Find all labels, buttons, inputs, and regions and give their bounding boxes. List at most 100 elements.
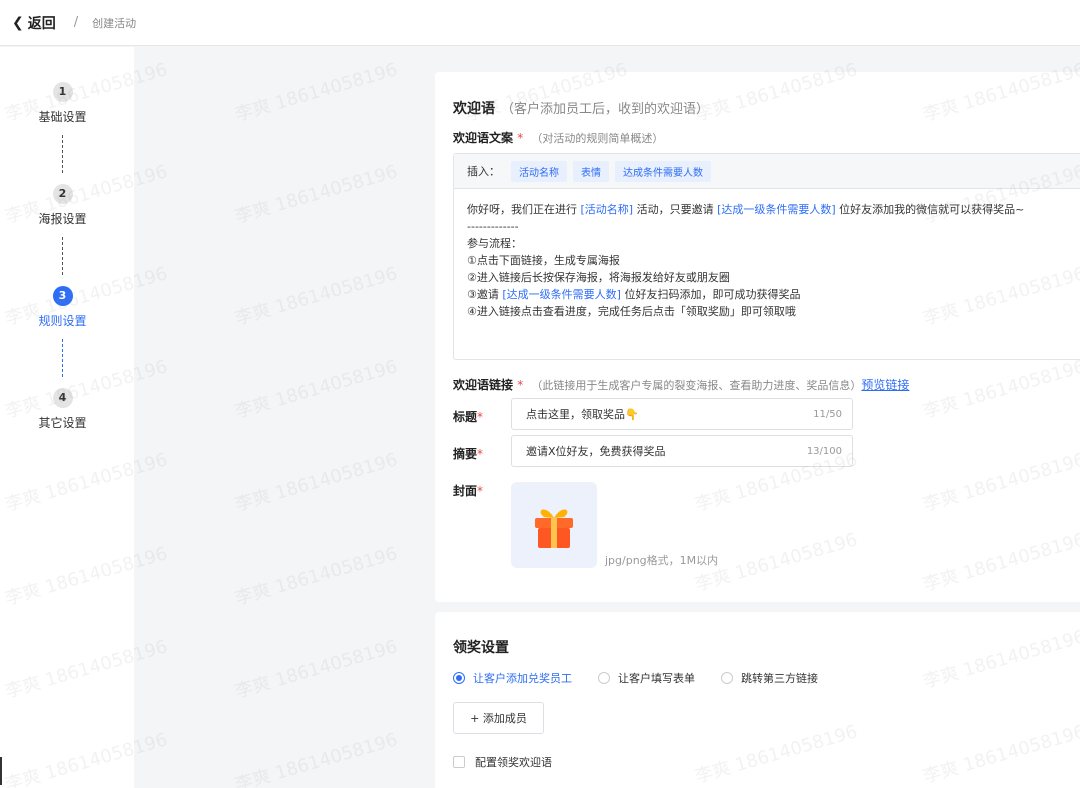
radio-fill-form[interactable]: 让客户填写表单 xyxy=(598,670,695,686)
required-mark: * xyxy=(517,378,524,392)
reward-method-radio-group: 让客户添加兑奖员工 让客户填写表单 跳转第三方链接 xyxy=(453,670,844,686)
text-span: 你好呀，我们正在进行 xyxy=(467,203,581,216)
radio-indicator xyxy=(598,672,610,684)
step-rules[interactable]: 3 规则设置 xyxy=(0,286,125,329)
watermark: 李爽 18614058196 xyxy=(232,59,400,126)
welcome-title: 欢迎语 xyxy=(453,101,495,117)
step-number: 2 xyxy=(52,184,73,204)
top-bar: ❮ 返回 / 创建活动 xyxy=(0,0,1080,46)
radio-selected-indicator xyxy=(453,672,465,684)
link-summary-input[interactable]: 邀请X位好友，免费获得奖品 13/100 xyxy=(511,435,853,467)
text-span: ③邀请 xyxy=(467,288,503,301)
title-value: 点击这里，领取奖品👇 xyxy=(526,408,639,421)
back-button[interactable]: ❮ 返回 xyxy=(12,13,56,33)
welcome-editor[interactable]: 插入： 活动名称 表情 达成条件需要人数 你好呀，我们正在进行 [活动名称] 活… xyxy=(453,153,1080,360)
watermark: 李爽 18614058196 xyxy=(232,356,400,423)
insert-label: 插入： xyxy=(467,165,500,178)
radio-label: 跳转第三方链接 xyxy=(741,672,818,685)
breadcrumb: 创建活动 xyxy=(92,16,137,30)
preview-link[interactable]: 预览链接 xyxy=(861,378,909,392)
insert-required-count-button[interactable]: 达成条件需要人数 xyxy=(615,160,711,182)
cover-label-text: 封面 xyxy=(453,484,478,498)
watermark: 李爽 18614058196 xyxy=(232,636,400,703)
checkbox[interactable] xyxy=(453,756,465,768)
add-member-button[interactable]: + 添加成员 xyxy=(453,702,544,734)
radio-indicator xyxy=(721,672,733,684)
step-number: 4 xyxy=(52,388,73,408)
step-poster[interactable]: 2 海报设置 xyxy=(0,184,125,227)
reward-card: 领奖设置 让客户添加兑奖员工 让客户填写表单 跳转第三方链接 + 添加成员 配置… xyxy=(435,612,1080,788)
step-label: 其它设置 xyxy=(38,416,87,430)
required-mark: * xyxy=(477,447,484,461)
step-other[interactable]: 4 其它设置 xyxy=(0,388,125,431)
required-mark: * xyxy=(517,131,524,145)
variable-required-count: [达成一级条件需要人数] xyxy=(717,203,836,216)
text-span: 活动，只要邀请 xyxy=(633,203,718,216)
watermark: 李爽 18614058196 xyxy=(232,263,400,330)
watermark: 李爽 18614058196 xyxy=(232,729,400,788)
scroll-indicator xyxy=(0,757,2,785)
chevron-left-icon: ❮ xyxy=(12,14,24,31)
link-title-input[interactable]: 点击这里，领取奖品👇 11/50 xyxy=(511,398,853,430)
link-hint: （此链接用于生成客户专属的裂变海报、查看助力进度、奖品信息） xyxy=(531,379,862,392)
step-basic[interactable]: 1 基础设置 xyxy=(0,82,125,125)
required-mark: * xyxy=(477,484,484,498)
cover-hint: jpg/png格式，1M以内 xyxy=(605,554,719,567)
title-char-count: 11/50 xyxy=(813,408,842,420)
summary-value: 邀请X位好友，免费获得奖品 xyxy=(526,445,666,458)
watermark: 李爽 18614058196 xyxy=(232,161,400,228)
copy-hint: （对活动的规则简单概述） xyxy=(531,132,664,145)
step-navigation: 1 基础设置 2 海报设置 3 规则设置 4 其它设置 xyxy=(0,47,134,788)
flow-step-1: ①点击下面链接，生成专属海报 xyxy=(467,254,620,267)
title-label-text: 标题 xyxy=(453,410,478,424)
reward-section-title: 领奖设置 xyxy=(453,640,509,656)
flow-title: 参与流程： xyxy=(467,237,522,250)
copy-label-text: 欢迎语文案 xyxy=(453,131,514,145)
summary-label-text: 摘要 xyxy=(453,447,478,461)
summary-char-count: 13/100 xyxy=(806,445,842,457)
flow-step-2: ②进入链接后长按保存海报，将海报发给好友或朋友圈 xyxy=(467,271,730,284)
flow-step-4: ④进入链接点击查看进度，完成任务后点击「领取奖励」即可领取哦 xyxy=(467,305,796,318)
divider-line: ------------- xyxy=(467,220,519,233)
gift-icon xyxy=(535,509,573,548)
radio-label: 让客户添加兑奖员工 xyxy=(473,672,572,685)
step-connector xyxy=(62,339,63,377)
welcome-card: 欢迎语 （客户添加员工后，收到的欢迎语） 欢迎语文案 * （对活动的规则简单概述）… xyxy=(435,72,1080,602)
radio-label: 让客户填写表单 xyxy=(618,672,695,685)
step-connector xyxy=(62,237,63,275)
welcome-line-1: 你好呀，我们正在进行 [活动名称] 活动，只要邀请 [达成一级条件需要人数] 位… xyxy=(467,201,1079,218)
title-label: 标题* xyxy=(453,408,483,425)
back-label: 返回 xyxy=(27,15,56,32)
config-reward-welcome[interactable]: 配置领奖欢迎语 xyxy=(453,754,552,770)
welcome-subtitle: （客户添加员工后，收到的欢迎语） xyxy=(501,102,710,117)
editor-toolbar: 插入： 活动名称 表情 达成条件需要人数 xyxy=(454,154,1080,189)
step-connector xyxy=(62,135,63,173)
variable-activity-name: [活动名称] xyxy=(580,203,634,216)
insert-emoji-button[interactable]: 表情 xyxy=(573,160,609,182)
step-label: 规则设置 xyxy=(38,314,87,328)
radio-third-party-link[interactable]: 跳转第三方链接 xyxy=(721,670,818,686)
cover-label: 封面* xyxy=(453,482,483,499)
welcome-copy-label: 欢迎语文案 * （对活动的规则简单概述） xyxy=(453,129,663,146)
cover-image-upload[interactable] xyxy=(511,482,597,568)
step-number: 1 xyxy=(52,82,73,102)
insert-activity-name-button[interactable]: 活动名称 xyxy=(511,160,567,182)
variable-required-count: [达成一级条件需要人数] xyxy=(502,288,621,301)
editor-content[interactable]: 你好呀，我们正在进行 [活动名称] 活动，只要邀请 [达成一级条件需要人数] 位… xyxy=(454,189,1080,332)
breadcrumb-separator: / xyxy=(73,15,79,30)
watermark: 李爽 18614058196 xyxy=(232,449,400,516)
step-label: 海报设置 xyxy=(38,212,87,226)
summary-label: 摘要* xyxy=(453,445,483,462)
welcome-section-title: 欢迎语 （客户添加员工后，收到的欢迎语） xyxy=(453,98,709,118)
welcome-link-label: 欢迎语链接 * （此链接用于生成客户专属的裂变海报、查看助力进度、奖品信息）预览… xyxy=(453,376,909,393)
text-span: 位好友扫码添加，即可成功获得奖品 xyxy=(620,288,801,301)
checkbox-label: 配置领奖欢迎语 xyxy=(475,756,552,769)
required-mark: * xyxy=(477,410,484,424)
radio-add-staff[interactable]: 让客户添加兑奖员工 xyxy=(453,670,572,686)
watermark: 李爽 18614058196 xyxy=(232,543,400,610)
flow-step-3: ③邀请 [达成一级条件需要人数] 位好友扫码添加，即可成功获得奖品 xyxy=(467,286,1079,303)
step-number: 3 xyxy=(52,286,73,306)
text-span: 位好友添加我的微信就可以获得奖品~ xyxy=(835,203,1025,216)
link-label-text: 欢迎语链接 xyxy=(453,378,514,392)
step-label: 基础设置 xyxy=(38,110,87,124)
